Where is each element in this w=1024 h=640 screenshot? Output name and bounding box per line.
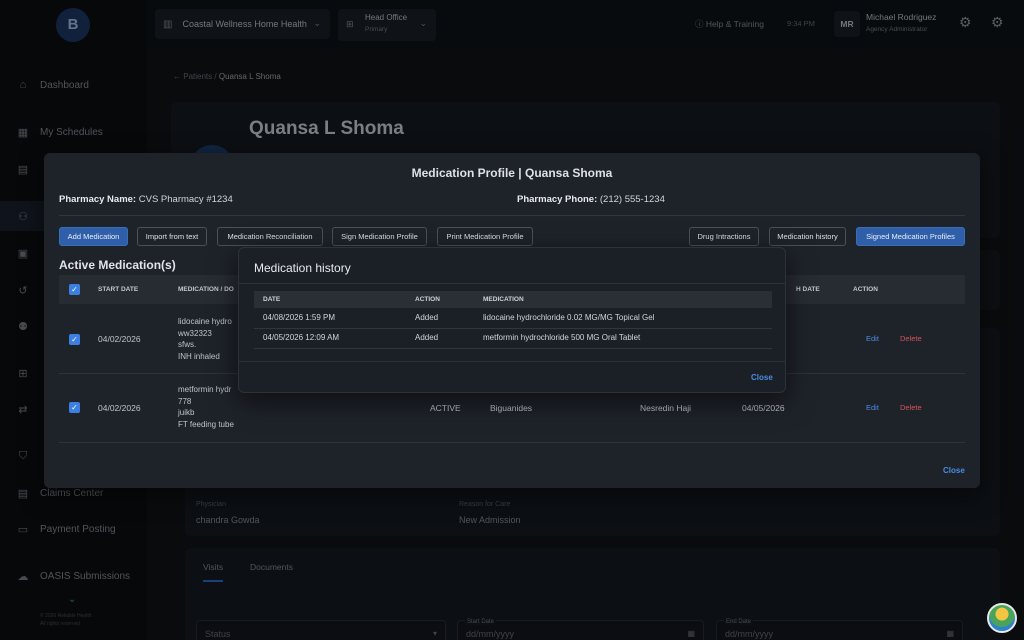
class-cell: Biguanides [490, 403, 533, 413]
delete-link[interactable]: Delete [900, 334, 922, 343]
status-cell: ACTIVE [430, 403, 461, 413]
modal-title: Medication history [254, 261, 351, 275]
provider-cell: Nesredin Haji [640, 403, 692, 413]
end-date-cell: 04/05/2026 [742, 403, 785, 413]
pharmacy-name: Pharmacy Name: CVS Pharmacy #1234 [59, 194, 233, 205]
row-checkbox[interactable]: ✓ [69, 334, 80, 345]
pharmacy-phone: Pharmacy Phone: (212) 555-1234 [517, 194, 665, 205]
history-action-cell: Added [415, 333, 439, 342]
drug-interactions-button[interactable]: Drug Intractions [689, 227, 759, 246]
medication-cell: lidocaine hydro ww32323 sfws. INH inhale… [178, 317, 232, 361]
edit-link[interactable]: Edit [866, 403, 879, 412]
start-date-cell: 04/02/2026 [98, 403, 141, 413]
row-checkbox[interactable]: ✓ [69, 402, 80, 413]
col-action: ACTION [415, 296, 440, 303]
signed-medication-profiles-button[interactable]: Signed Medication Profiles [856, 227, 965, 246]
row-divider [254, 328, 772, 329]
divider [239, 361, 785, 362]
history-medication-cell: lidocaine hydrochloride 0.02 MG/MG Topic… [483, 313, 655, 322]
edit-link[interactable]: Edit [866, 334, 879, 343]
select-all-checkbox[interactable]: ✓ [69, 284, 80, 295]
history-table-header: DATE ACTION MEDICATION [254, 291, 772, 308]
row-divider [59, 442, 965, 443]
import-from-text-button[interactable]: Import from text [137, 227, 207, 246]
active-medications-heading: Active Medication(s) [59, 258, 176, 272]
add-medication-button[interactable]: Add Medication [59, 227, 128, 246]
sign-medication-profile-button[interactable]: Sign Medication Profile [332, 227, 427, 246]
divider [239, 283, 785, 284]
row-divider [254, 348, 772, 349]
col-date: DATE [263, 296, 281, 303]
history-date-cell: 04/05/2026 12:09 AM [263, 333, 340, 342]
col-start-date: START DATE [98, 286, 139, 293]
print-medication-profile-button[interactable]: Print Medication Profile [437, 227, 533, 246]
assistant-launcher-icon[interactable] [987, 603, 1017, 633]
delete-link[interactable]: Delete [900, 403, 922, 412]
modal-title: Medication Profile | Quansa Shoma [411, 166, 613, 180]
divider [59, 215, 965, 216]
medication-reconciliation-button[interactable]: Medication Reconciliation [217, 227, 323, 246]
medication-history-button[interactable]: Medication history [769, 227, 846, 246]
history-date-cell: 04/08/2026 1:59 PM [263, 313, 336, 322]
col-action: ACTION [853, 286, 878, 293]
history-medication-cell: metformin hydrochloride 500 MG Oral Tabl… [483, 333, 641, 342]
start-date-cell: 04/02/2026 [98, 334, 141, 344]
medication-cell: metformin hydr 778 juikb FT feeding tube [178, 385, 234, 429]
medication-history-modal: Medication history DATE ACTION MEDICATIO… [238, 247, 786, 393]
col-end-date: H DATE [796, 286, 820, 293]
history-action-cell: Added [415, 313, 439, 322]
close-button[interactable]: Close [943, 466, 965, 475]
col-medication: MEDICATION / DO [178, 286, 234, 293]
close-button[interactable]: Close [751, 373, 773, 382]
col-medication: MEDICATION [483, 296, 524, 303]
